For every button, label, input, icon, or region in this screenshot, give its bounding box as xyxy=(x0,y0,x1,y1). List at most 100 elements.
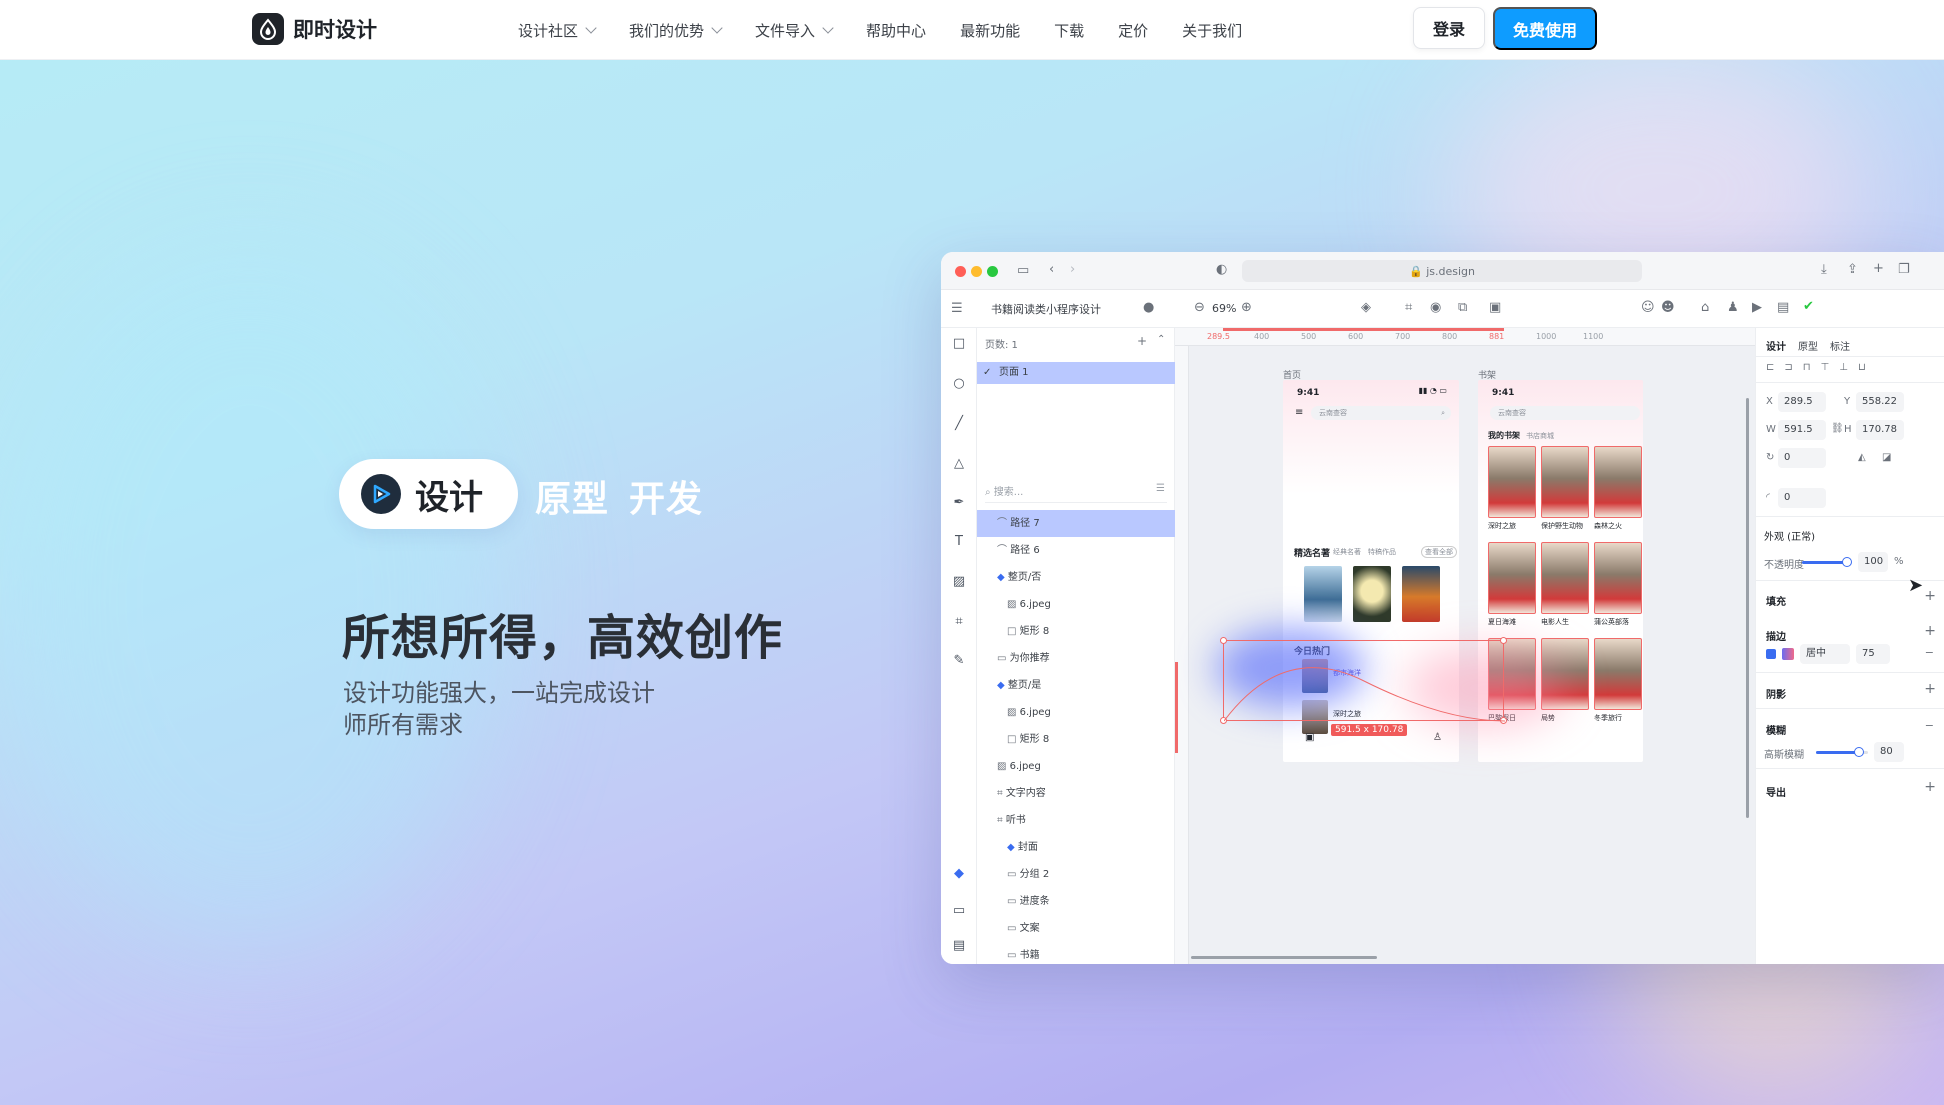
close-dot[interactable] xyxy=(955,266,966,277)
tab-mark[interactable]: 标注 xyxy=(1830,338,1850,353)
tabs-icon[interactable]: ❐ xyxy=(1898,262,1910,277)
image-tool-icon[interactable]: ▨ xyxy=(951,574,967,590)
sidebar-toggle-icon[interactable]: ▭ xyxy=(1017,263,1029,278)
layer-row[interactable]: ⌒ 路径 7 xyxy=(977,510,1175,537)
remove-blur-icon[interactable]: − xyxy=(1925,719,1934,732)
theme-icon[interactable]: ● xyxy=(1143,300,1154,315)
layer-row[interactable]: ◆ 整页/否 xyxy=(977,564,1175,591)
opacity-slider-knob[interactable] xyxy=(1842,557,1852,567)
layer-row[interactable]: ⌗ 听书 xyxy=(977,807,1175,834)
layer-row[interactable]: ▨ 6.jpeg xyxy=(977,753,1175,780)
blur-slider-knob[interactable] xyxy=(1854,747,1864,757)
blur-slider[interactable] xyxy=(1816,747,1868,757)
nav-item-4[interactable]: 最新功能 xyxy=(960,20,1020,41)
stroke-checkbox[interactable] xyxy=(1766,649,1776,659)
w-field[interactable]: 591.5 xyxy=(1778,420,1826,440)
horizontal-scrollbar[interactable] xyxy=(1191,956,1377,959)
x-field[interactable]: 289.5 xyxy=(1778,392,1826,412)
library-icon[interactable]: ⌂ xyxy=(1701,300,1709,315)
pages-tab-icon[interactable]: ▤ xyxy=(951,938,967,954)
nav-item-1[interactable]: 我们的优势 xyxy=(629,20,723,41)
new-tab-icon[interactable]: + xyxy=(1873,261,1884,276)
nav-item-0[interactable]: 设计社区 xyxy=(518,20,597,41)
export-icon[interactable]: ▤ xyxy=(1777,300,1789,315)
page-item-1[interactable]: ✓ 页面 1 xyxy=(977,362,1175,384)
blur-type-select[interactable]: 高斯模糊 xyxy=(1764,746,1804,761)
layer-search[interactable]: ⌕ 搜索... ☰ xyxy=(985,483,1167,503)
layer-row[interactable]: □ 矩形 8 xyxy=(977,618,1175,645)
forward-icon[interactable]: › xyxy=(1070,262,1075,277)
tab-design[interactable]: 设计 xyxy=(339,459,518,529)
layer-row[interactable]: ◆ 整页/是 xyxy=(977,672,1175,699)
layer-row[interactable]: ⌗ 文字内容 xyxy=(977,780,1175,807)
layer-row[interactable]: ◆ 封面 xyxy=(977,834,1175,861)
layer-row[interactable]: ▨ 6.jpeg xyxy=(977,591,1175,618)
mask-icon[interactable]: ◉ xyxy=(1430,300,1441,315)
blur-value-field[interactable]: 80 xyxy=(1874,742,1904,762)
user-icon[interactable]: ♟ xyxy=(1727,300,1739,315)
tab-prototype[interactable]: 原型 xyxy=(535,470,609,522)
stroke-align-select[interactable]: 居中 xyxy=(1800,644,1850,664)
frame-tool-icon[interactable]: ⌗ xyxy=(951,614,967,630)
flip-h-icon[interactable]: ◭ xyxy=(1858,452,1866,463)
tab-prototype[interactable]: 原型 xyxy=(1798,338,1818,353)
brand-logo[interactable]: 即时设计 xyxy=(252,13,377,45)
remove-stroke-icon[interactable]: − xyxy=(1925,646,1934,659)
text-tool-icon[interactable]: T xyxy=(951,534,967,550)
y-field[interactable]: 558.22 xyxy=(1856,392,1904,412)
frame-tool-icon[interactable]: ⌗ xyxy=(1405,300,1412,315)
tab-design[interactable]: 设计 xyxy=(1766,338,1786,353)
login-button[interactable]: 登录 xyxy=(1413,7,1485,49)
add-fill-icon[interactable]: + xyxy=(1924,588,1936,604)
zoom-level[interactable]: 69% xyxy=(1212,302,1236,315)
appearance-label[interactable]: 外观 (正常) xyxy=(1764,528,1815,543)
download-icon[interactable]: ⤓ xyxy=(1821,262,1827,277)
rotation-field[interactable]: 0 xyxy=(1778,448,1826,468)
add-export-icon[interactable]: + xyxy=(1924,779,1936,795)
align-icons[interactable]: ⊏⊐⊓⊤⊥⊔ xyxy=(1766,362,1876,373)
layer-row[interactable]: ▭ 为你推荐 xyxy=(977,645,1175,672)
nav-item-2[interactable]: 文件导入 xyxy=(755,20,834,41)
h-field[interactable]: 170.78 xyxy=(1856,420,1904,440)
layer-row[interactable]: ▭ 书籍 xyxy=(977,942,1175,964)
layers-tab-icon[interactable]: ◆ xyxy=(951,866,967,882)
boolean-icon[interactable]: ⧉ xyxy=(1458,300,1467,315)
filter-icon[interactable]: ☰ xyxy=(1156,483,1165,494)
play-icon[interactable]: ▶ xyxy=(1752,300,1762,315)
component-icon[interactable]: ◈ xyxy=(1361,300,1371,315)
nav-item-5[interactable]: 下载 xyxy=(1054,20,1084,41)
minimize-dot[interactable] xyxy=(971,266,982,277)
back-icon[interactable]: ‹ xyxy=(1049,262,1054,277)
nav-item-6[interactable]: 定价 xyxy=(1118,20,1148,41)
line-tool-icon[interactable]: ╱ xyxy=(951,416,967,432)
project-name[interactable]: 书籍阅读类小程序设计 xyxy=(991,301,1101,317)
add-shadow-icon[interactable]: + xyxy=(1924,681,1936,697)
rectangle-tool-icon[interactable]: □ xyxy=(951,336,967,352)
layer-row[interactable]: ▭ 文案 xyxy=(977,915,1175,942)
free-use-button[interactable]: 免费使用 xyxy=(1493,7,1597,50)
radius-field[interactable]: 0 xyxy=(1778,488,1826,508)
zoom-out-icon[interactable]: ⊖ xyxy=(1194,300,1205,315)
polygon-tool-icon[interactable]: △ xyxy=(951,456,967,472)
stroke-width-field[interactable]: 75 xyxy=(1856,644,1890,664)
design-canvas[interactable]: 289.5 400 500 600 700 800 881 1000 1100 首页 书架 9:… xyxy=(1175,328,1755,964)
ellipse-tool-icon[interactable]: ○ xyxy=(951,376,967,392)
tab-develop[interactable]: 开发 xyxy=(629,470,703,522)
layer-row[interactable]: ▭ 分组 2 xyxy=(977,861,1175,888)
vertical-scrollbar[interactable] xyxy=(1746,398,1749,818)
address-bar[interactable]: 🔒 js.design xyxy=(1242,260,1642,282)
flip-v-icon[interactable]: ◪ xyxy=(1882,452,1891,463)
nav-item-7[interactable]: 关于我们 xyxy=(1182,20,1242,41)
link-icon[interactable]: ⛓ xyxy=(1831,423,1844,434)
add-page-icon[interactable]: + xyxy=(1137,334,1147,348)
layer-row[interactable]: ▭ 进度条 xyxy=(977,888,1175,915)
opacity-field[interactable]: 100 xyxy=(1858,552,1888,572)
layer-row[interactable]: □ 矩形 8 xyxy=(977,726,1175,753)
zoom-in-icon[interactable]: ⊕ xyxy=(1241,300,1252,315)
collapse-icon[interactable]: ⌃ xyxy=(1157,334,1165,345)
stroke-swatch[interactable] xyxy=(1782,648,1794,660)
brush-tool-icon[interactable]: ✎ xyxy=(951,653,967,669)
add-stroke-icon[interactable]: + xyxy=(1924,623,1936,639)
selection-box[interactable] xyxy=(1220,637,1507,724)
maximize-dot[interactable] xyxy=(987,266,998,277)
